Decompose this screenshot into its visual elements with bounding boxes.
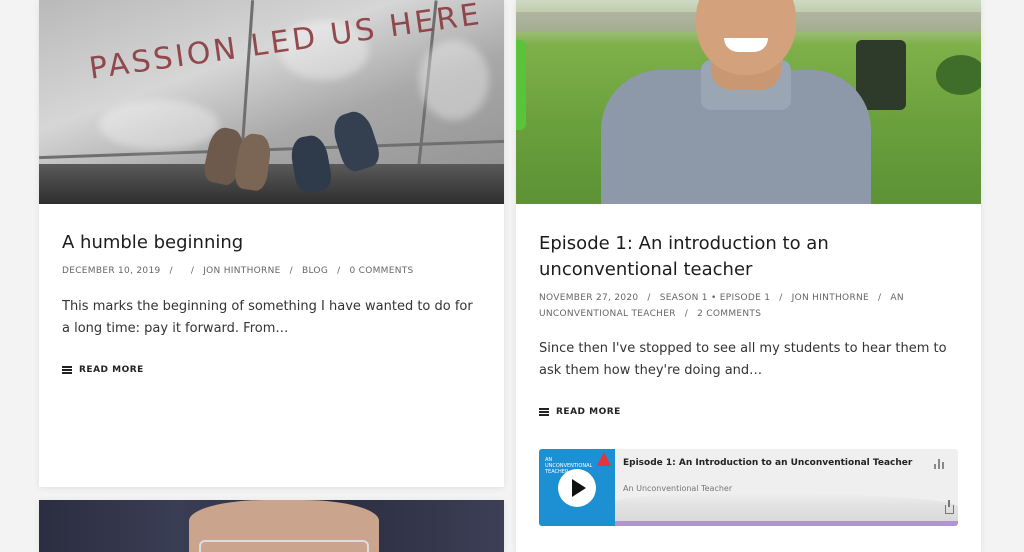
post-excerpt: This marks the beginning of something I … [62,299,473,336]
meta-separator: / [169,266,173,276]
share-icon[interactable] [945,500,954,514]
meta-separator: / [647,293,651,303]
hamburger-icon [539,408,549,416]
post-comments[interactable]: 2 COMMENTS [697,309,761,319]
post-meta: NOVEMBER 27, 2020 / SEASON 1 • EPISODE 1 / J… [539,290,958,322]
meta-separator: / [190,266,195,276]
portrait-image [516,0,981,204]
post-author[interactable]: JON HINTHORNE [792,293,869,303]
episode-title: Episode 1: An Introduction to an Unconve… [623,458,913,468]
read-more-button[interactable]: READ MORE [62,365,481,375]
post-date[interactable]: DECEMBER 10, 2019 [62,266,161,276]
read-more-button[interactable]: READ MORE [539,407,958,417]
meta-dot: • [711,293,717,303]
logo-a-icon [597,452,611,466]
waveform[interactable] [615,493,958,521]
meta-separator: / [779,293,783,303]
meta-separator: / [289,266,293,276]
show-name: An Unconventional Teacher [623,484,733,493]
meta-separator: / [878,293,882,303]
podcast-cover-art: AN UNCONVENTIONAL TEACHER [539,449,615,526]
post-card-episode-1: Episode 1: An introduction to an unconve… [516,0,981,552]
post-title[interactable]: A humble beginning [62,230,481,256]
post-author[interactable]: JON HINTHORNE [203,266,280,276]
post-comments[interactable]: 0 COMMENTS [349,266,413,276]
meta-separator: / [337,266,341,276]
post-card-partial [39,500,504,552]
post-thumbnail-pavement[interactable]: PASSION LED US HERE [39,0,504,204]
post-thumbnail-portrait-2[interactable] [39,500,504,552]
post-category[interactable]: BLOG [302,266,328,276]
post-category-season[interactable]: SEASON 1 [660,293,708,303]
post-meta: DECEMBER 10, 2019 / / JON HINTHORNE / BLOG / 0 … [62,263,481,279]
post-card-humble-beginning: PASSION LED US HERE A humble beginning D… [39,0,504,487]
read-more-label: READ MORE [79,365,144,375]
meta-separator: / [684,309,689,319]
play-button[interactable] [558,469,596,507]
progress-bar[interactable] [615,521,958,526]
hamburger-icon [62,366,72,374]
podcast-player: AN UNCONVENTIONAL TEACHER Episode 1: An … [539,449,958,526]
podcast-stats-icon[interactable] [934,458,946,469]
post-title[interactable]: Episode 1: An introduction to an unconve… [539,231,958,283]
pavement-image: PASSION LED US HERE [39,0,504,204]
post-thumbnail-portrait[interactable] [516,0,981,204]
post-excerpt: Since then I've stopped to see all my st… [539,341,947,378]
post-category-episode[interactable]: EPISODE 1 [720,293,770,303]
read-more-label: READ MORE [556,407,621,417]
post-date[interactable]: NOVEMBER 27, 2020 [539,293,638,303]
